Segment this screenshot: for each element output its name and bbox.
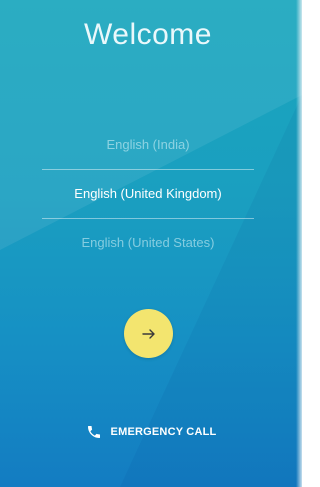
language-divider-bottom — [42, 218, 254, 219]
welcome-title: Welcome — [84, 18, 212, 51]
language-option-united-kingdom[interactable]: English (United Kingdom) — [36, 177, 260, 211]
emergency-call-label: EMERGENCY CALL — [110, 426, 217, 438]
language-option-india[interactable]: English (India) — [36, 128, 260, 162]
arrow-right-icon — [141, 328, 155, 339]
screen-edge — [296, 0, 302, 487]
language-picker[interactable]: English (India) English (United Kingdom)… — [36, 128, 260, 260]
setup-welcome-screen: Welcome English (India) English (United … — [0, 0, 302, 487]
emergency-call-button[interactable]: EMERGENCY CALL — [0, 424, 302, 440]
language-divider-top — [42, 169, 254, 170]
language-option-united-states[interactable]: English (United States) — [36, 226, 260, 260]
phone-icon — [87, 426, 100, 438]
next-button[interactable] — [124, 309, 173, 358]
